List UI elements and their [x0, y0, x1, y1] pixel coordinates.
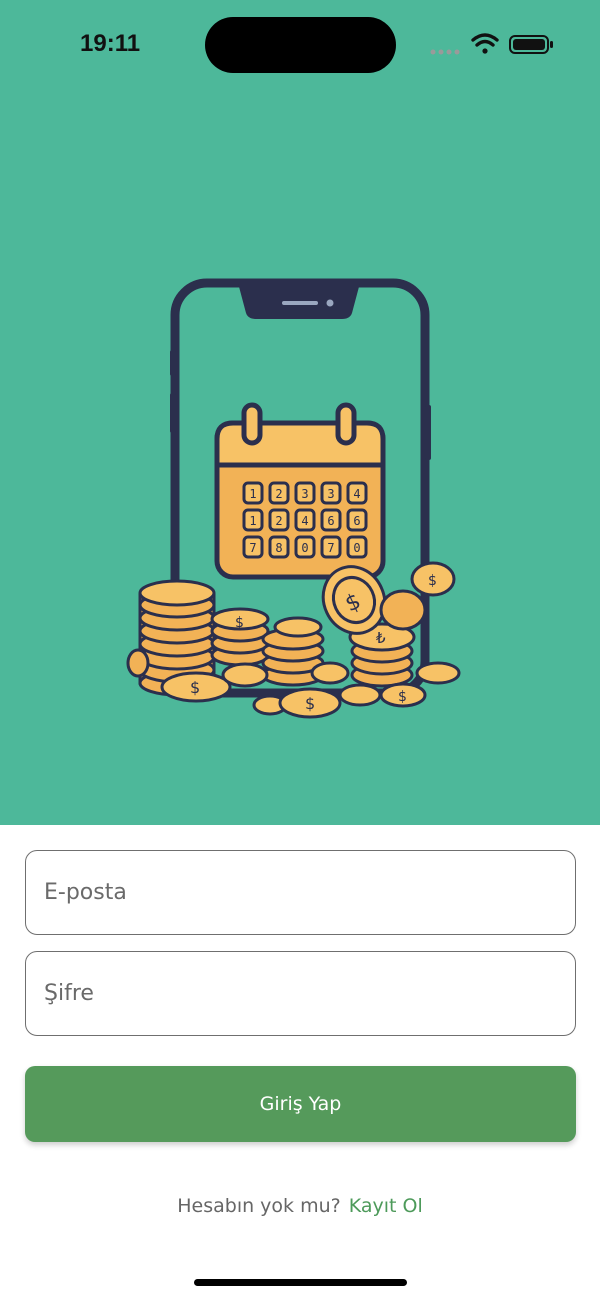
signup-row: Hesabın yok mu? Kayıt Ol: [0, 1192, 600, 1220]
calendar-digit: 6: [327, 514, 334, 528]
svg-text:₺: ₺: [376, 629, 386, 647]
wifi-icon: [471, 33, 499, 54]
cellular-signal-icon: [430, 49, 460, 55]
status-icons: [430, 33, 553, 55]
svg-text:$: $: [190, 678, 200, 697]
calendar-icon: 1 2 3 3 4 1 2 4 6 6 7 8 0 7 0: [214, 402, 386, 580]
battery-icon: [509, 35, 553, 54]
calendar-digit: 0: [301, 541, 308, 555]
calendar-digit: 4: [353, 487, 360, 501]
svg-text:$: $: [398, 689, 407, 705]
email-field[interactable]: [25, 850, 576, 935]
email-input[interactable]: [26, 851, 575, 934]
phone-calendar-coins-illustration: 1 2 3 3 4 1 2 4 6 6 7 8 0 7 0 $ $ $ $ $ $ …: [126, 278, 461, 719]
status-bar: 19:11: [0, 0, 600, 90]
home-indicator[interactable]: [194, 1279, 407, 1286]
calendar-digit: 6: [353, 514, 360, 528]
dynamic-island: [205, 17, 396, 73]
calendar-digit: 1: [249, 487, 256, 501]
password-input[interactable]: [26, 952, 575, 1035]
calendar-digit: 8: [275, 541, 282, 555]
signup-prompt: Hesabın yok mu?: [177, 1195, 341, 1217]
status-time: 19:11: [80, 30, 141, 57]
calendar-digit: 7: [249, 541, 256, 555]
calendar-digit: 3: [301, 487, 308, 501]
password-field[interactable]: [25, 951, 576, 1036]
signup-link[interactable]: Kayıt Ol: [349, 1195, 423, 1217]
svg-text:$: $: [235, 615, 244, 631]
calendar-digit: 2: [275, 487, 282, 501]
calendar-digit: 4: [301, 514, 308, 528]
svg-text:$: $: [428, 573, 437, 589]
calendar-digit: 3: [327, 487, 334, 501]
calendar-digit: 7: [327, 541, 334, 555]
login-button[interactable]: Giriş Yap: [25, 1066, 576, 1142]
calendar-digit: 2: [275, 514, 282, 528]
calendar-digit: 0: [353, 541, 360, 555]
hero-banner: 19:11 1 2 3 3 4 1 2 4 6 6 7 8 0 7 0 $ $ …: [0, 0, 600, 825]
svg-text:$: $: [305, 694, 315, 713]
calendar-digit: 1: [249, 514, 256, 528]
